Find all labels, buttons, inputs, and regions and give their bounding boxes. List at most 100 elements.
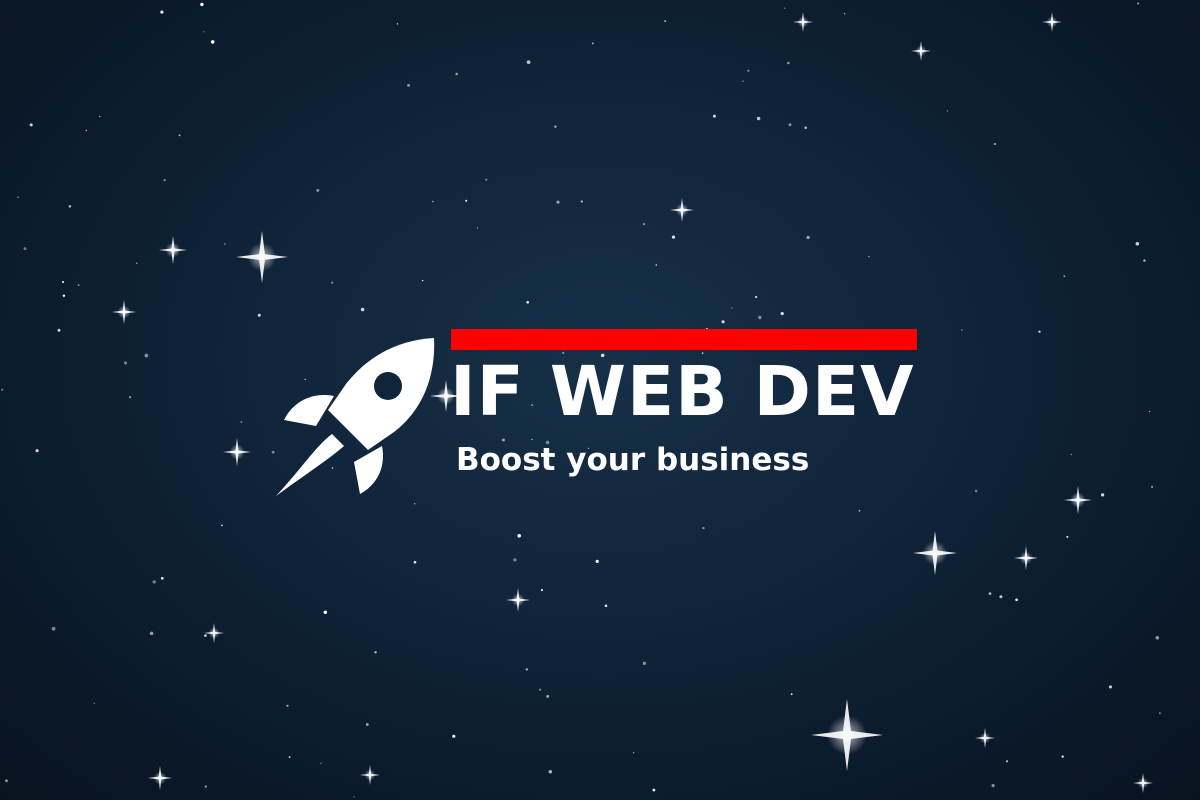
star-icon <box>913 531 957 575</box>
star-dot <box>413 560 417 564</box>
star-dot <box>271 450 275 454</box>
star-dot <box>991 784 995 788</box>
star-icon <box>506 588 530 612</box>
star-dot <box>1148 410 1151 413</box>
star-dot <box>407 83 411 87</box>
star-dot <box>988 592 992 595</box>
star-dot <box>204 785 207 788</box>
tagline: Boost your business <box>456 442 810 478</box>
star-dot <box>476 227 479 229</box>
star-dot <box>961 329 963 331</box>
star-dot <box>323 610 328 615</box>
star-dot <box>1070 453 1073 456</box>
star-dot <box>1038 330 1041 333</box>
star-dot <box>1155 635 1160 640</box>
star-dot <box>485 178 488 181</box>
star-dot <box>1108 685 1113 689</box>
star-dot <box>413 503 416 505</box>
star-dot <box>257 313 261 317</box>
star-dot <box>548 770 553 774</box>
star-dot <box>365 723 369 726</box>
star-dot <box>204 634 207 637</box>
star-dot <box>780 312 784 316</box>
star-icon <box>223 438 251 466</box>
star-dot <box>974 489 978 493</box>
star-dot <box>604 604 608 608</box>
star-dot <box>35 449 39 453</box>
star-dot <box>1151 485 1154 488</box>
star-dot <box>525 668 528 671</box>
star-icon <box>360 765 380 785</box>
star-icon <box>159 236 187 264</box>
star-dot <box>526 301 529 304</box>
star-icon <box>670 198 694 222</box>
star-dot <box>455 72 458 76</box>
star-dot <box>136 262 138 264</box>
star-dot <box>517 533 522 538</box>
star-dot <box>465 199 468 202</box>
star-icon <box>811 699 883 771</box>
star-dot <box>396 23 399 25</box>
star-dot <box>1 388 4 391</box>
star-dot <box>671 235 676 239</box>
star-dot <box>858 509 861 512</box>
star-dot <box>221 524 223 527</box>
star-dot <box>288 756 291 759</box>
star-dot <box>643 223 646 226</box>
star-dot <box>655 264 658 266</box>
star-dot <box>1100 493 1105 497</box>
star-dot <box>61 280 65 284</box>
star-dot <box>431 200 434 203</box>
star-dot <box>546 695 550 698</box>
star-dot <box>999 595 1003 599</box>
logo: IF WEB DEV Boost your business <box>276 326 926 496</box>
brand-name: IF WEB DEV <box>450 352 915 432</box>
star-dot <box>1159 712 1161 715</box>
star-dot <box>993 142 997 146</box>
star-dot <box>152 580 156 584</box>
star-icon <box>148 766 172 790</box>
accent-bar <box>451 329 917 350</box>
star-dot <box>806 235 810 240</box>
star-dot <box>149 631 154 636</box>
star-dot <box>68 205 72 208</box>
star-dot <box>85 129 88 132</box>
star-icon <box>975 728 995 748</box>
star-dot <box>331 281 334 284</box>
star-dot <box>62 294 66 297</box>
star-dot <box>702 526 705 530</box>
star-dot <box>591 42 594 45</box>
star-icon <box>1133 773 1153 793</box>
star-dot <box>286 704 289 708</box>
star-dot <box>756 116 761 121</box>
star-icon <box>1014 546 1038 570</box>
star-dot <box>1015 598 1018 602</box>
star-dot <box>163 179 166 182</box>
star-dot <box>57 328 61 332</box>
star-dot <box>556 200 560 204</box>
star-dot <box>200 2 204 7</box>
star-dot <box>513 558 517 562</box>
star-dot <box>353 796 355 798</box>
star-dot <box>17 196 19 199</box>
star-dot <box>540 589 543 592</box>
star-dot <box>1137 2 1140 5</box>
star-dot <box>788 123 792 127</box>
star-dot <box>98 115 101 118</box>
star-dot <box>210 40 215 44</box>
star-dot <box>843 12 846 15</box>
star-dot <box>224 243 226 245</box>
rocket-icon <box>276 338 435 496</box>
star-dot <box>93 702 96 705</box>
star-dot <box>421 279 424 282</box>
star-dot <box>632 751 635 754</box>
star-dot <box>29 123 33 127</box>
star-dot <box>1135 241 1140 246</box>
star-dot <box>868 256 870 258</box>
star-dot <box>160 576 164 580</box>
star-dot <box>787 61 790 65</box>
star-dot <box>1143 259 1146 262</box>
star-icon <box>911 41 931 61</box>
star-dot <box>374 651 377 654</box>
star-dot <box>804 126 808 130</box>
